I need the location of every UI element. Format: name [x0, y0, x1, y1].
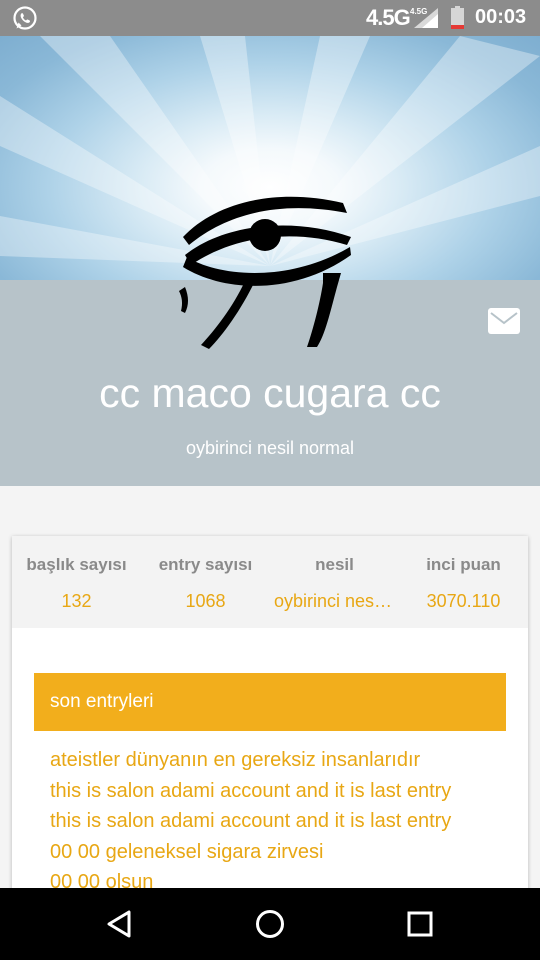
stat-value: 1068 — [185, 591, 226, 611]
stat-value: 3070.110 — [426, 591, 501, 611]
stat-points: inci puan 3070.110 — [399, 536, 528, 628]
envelope-icon — [490, 312, 518, 325]
recent-entries-header: son entryleri — [34, 673, 506, 731]
list-item[interactable]: this is salon adami account and it is la… — [50, 776, 506, 807]
clock: 00:03 — [475, 6, 527, 28]
status-bar: 4.5G 4.5G 00:03 — [0, 0, 540, 36]
battery-low-icon — [451, 6, 464, 29]
stat-entry-count: entry sayısı 1068 — [141, 536, 270, 628]
eye-of-horus-icon — [179, 196, 351, 349]
stat-label: inci puan — [426, 555, 501, 574]
back-icon[interactable] — [100, 905, 138, 943]
username: cc maco cugara cc — [99, 370, 441, 416]
network-type: 4.5G — [366, 5, 411, 30]
navigation-bar — [0, 888, 540, 960]
list-item[interactable]: this is salon adami account and it is la… — [50, 806, 506, 837]
list-item[interactable]: ateistler dünyanın en gereksiz insanları… — [50, 745, 506, 776]
list-item[interactable]: 00 00 geleneksel sigara zirvesi — [50, 837, 506, 868]
whatsapp-icon — [13, 6, 37, 30]
stat-topic-count: başlık sayısı 132 — [12, 536, 141, 628]
stat-label: entry sayısı — [158, 555, 253, 574]
recents-icon[interactable] — [401, 905, 439, 943]
profile-card: başlık sayısı 132 entry sayısı 1068 nesi… — [12, 536, 528, 896]
send-message-button[interactable] — [488, 308, 520, 334]
user-rank: oybirinci nesil normal — [185, 438, 355, 458]
stat-label: başlık sayısı — [26, 555, 127, 574]
stat-value: oybirinci nesil normal — [274, 591, 399, 611]
stat-label: nesil — [315, 555, 354, 574]
stat-generation: nesil oybirinci nesil normal — [270, 536, 399, 628]
stat-value: 132 — [61, 591, 92, 611]
home-icon[interactable] — [251, 905, 289, 943]
stats-row: başlık sayısı 132 entry sayısı 1068 nesi… — [12, 536, 528, 628]
recent-entries-list: ateistler dünyanın en gereksiz insanları… — [34, 731, 506, 896]
signal-icon — [414, 8, 438, 28]
